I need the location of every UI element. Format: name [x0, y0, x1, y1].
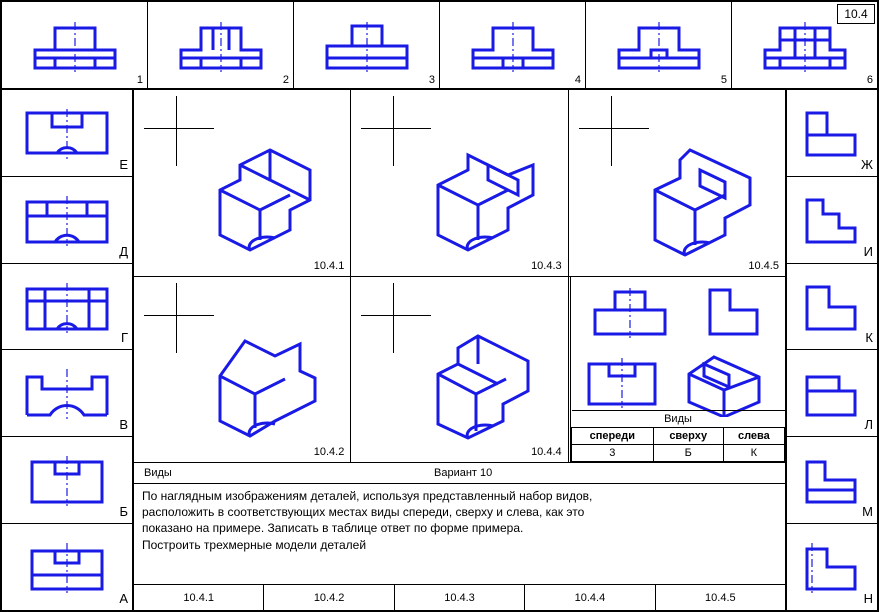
ex-h1: спереди	[572, 428, 654, 445]
left-lab-B: Б	[119, 504, 128, 519]
ans-5: 10.4.5	[656, 585, 785, 610]
iso-drawing-5	[635, 140, 775, 260]
iso-drawing-1	[200, 140, 340, 260]
iso-cell-4: 10.4.4	[351, 277, 568, 462]
example-iso	[679, 347, 779, 417]
iso-drawing-2	[200, 326, 340, 446]
top-drawing-1	[20, 10, 130, 80]
instr-line-1: По наглядным изображениям деталей, испол…	[142, 488, 777, 504]
top-drawing-3	[312, 10, 422, 80]
ex-h2: сверху	[653, 428, 723, 445]
instr-line-3: показано на примере. Записать в таблице …	[142, 520, 777, 536]
left-B: Б	[2, 437, 132, 524]
iso-cell-3: 10.4.3	[351, 90, 568, 276]
right-lab-I: И	[864, 244, 873, 259]
left-lab-E: Е	[119, 157, 128, 172]
center-area: 10.4.1 10.4.3	[134, 90, 785, 610]
example-area: Виды спереди сверху слева 3 Б К	[570, 276, 785, 462]
right-lab-L: Л	[864, 417, 873, 432]
left-E: Е	[2, 90, 132, 177]
iso-cell-1: 10.4.1	[134, 90, 351, 276]
top-num-5: 5	[721, 74, 727, 86]
top-num-4: 4	[575, 74, 581, 86]
right-column: Ж И К Л М	[785, 90, 877, 610]
iso-drawing-3	[418, 140, 558, 260]
left-lab-G: Г	[121, 330, 128, 345]
left-column: Е Д Г В	[2, 90, 134, 610]
top-num-2: 2	[283, 74, 289, 86]
left-A: А	[2, 524, 132, 610]
ex-title: Виды	[572, 411, 785, 428]
left-V: В	[2, 350, 132, 437]
iso-lab-3: 10.4.3	[531, 260, 562, 272]
right-lab-N: Н	[864, 591, 873, 606]
right-K: К	[787, 264, 877, 351]
top-drawing-4	[458, 10, 568, 80]
instr-line-2: расположить в соответствующих местах вид…	[142, 504, 777, 520]
ans-2: 10.4.2	[264, 585, 394, 610]
ex-v3: К	[723, 445, 784, 462]
top-num-1: 1	[137, 74, 143, 86]
right-lab-K: К	[865, 330, 873, 345]
top-num-6: 6	[867, 74, 873, 86]
ex-h3: слева	[723, 428, 784, 445]
answer-row: 10.4.1 10.4.2 10.4.3 10.4.4 10.4.5	[134, 584, 785, 610]
ans-1: 10.4.1	[134, 585, 264, 610]
instructions: По наглядным изображениям деталей, испол…	[142, 488, 777, 560]
top-row: 1 2 3	[2, 2, 877, 90]
left-lab-D: Д	[119, 244, 128, 259]
corner-label: 10.4	[837, 4, 875, 24]
ex-v1: 3	[572, 445, 654, 462]
left-G: Г	[2, 264, 132, 351]
right-N: Н	[787, 524, 877, 610]
right-M: М	[787, 437, 877, 524]
example-table: Виды спереди сверху слева 3 Б К	[571, 410, 785, 462]
drawing-sheet: 10.4 1 2	[0, 0, 879, 612]
right-L: Л	[787, 350, 877, 437]
strip-left: Виды	[144, 467, 172, 479]
left-lab-A: А	[119, 591, 128, 606]
right-lab-M: М	[862, 504, 873, 519]
left-lab-V: В	[119, 417, 128, 432]
iso-drawing-4	[418, 326, 558, 446]
example-ortho-top	[571, 277, 785, 347]
top-view-3: 3	[294, 2, 440, 88]
iso-row-1: 10.4.1 10.4.3	[134, 90, 785, 276]
iso-lab-2: 10.4.2	[314, 446, 345, 458]
iso-cell-2: 10.4.2	[134, 277, 351, 462]
top-view-2: 2	[148, 2, 294, 88]
iso-cell-5: 10.4.5	[569, 90, 785, 276]
right-Zh: Ж	[787, 90, 877, 177]
top-view-5: 5	[586, 2, 732, 88]
top-view-1: 1	[2, 2, 148, 88]
left-D: Д	[2, 177, 132, 264]
top-drawing-5	[604, 10, 714, 80]
right-lab-Zh: Ж	[861, 157, 873, 172]
right-I: И	[787, 177, 877, 264]
instr-line-4: Построить трехмерные модели деталей	[142, 537, 777, 553]
top-view-4: 4	[440, 2, 586, 88]
ans-4: 10.4.4	[525, 585, 655, 610]
strip-right: Вариант 10	[434, 467, 492, 479]
iso-lab-4: 10.4.4	[531, 446, 562, 458]
ex-v2: Б	[653, 445, 723, 462]
top-num-3: 3	[429, 74, 435, 86]
example-ortho-mid	[571, 347, 785, 417]
iso-lab-5: 10.4.5	[748, 260, 779, 272]
title-strip: Виды Вариант 10	[134, 462, 785, 484]
top-drawing-2	[166, 10, 276, 80]
ans-3: 10.4.3	[395, 585, 525, 610]
iso-lab-1: 10.4.1	[314, 260, 345, 272]
